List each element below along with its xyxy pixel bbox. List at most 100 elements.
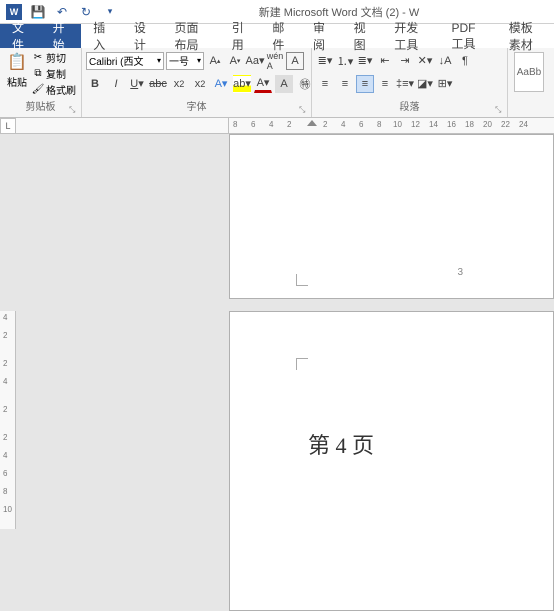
group-styles: AaBb [508, 48, 554, 117]
align-left-button[interactable]: ≡ [316, 75, 334, 93]
cut-label: 剪切 [46, 50, 66, 65]
font-launcher-icon[interactable]: ⤡ [299, 105, 309, 115]
ruler-vtick: 2 [3, 405, 7, 414]
borders-button[interactable]: ⊞▾ [436, 75, 454, 93]
underline-button[interactable]: U▾ [128, 75, 146, 93]
ruler-tick: 8 [377, 120, 381, 129]
document-area: L 8 6 4 2 2 4 6 8 10 12 14 16 18 20 22 2… [0, 118, 554, 529]
clipboard-group-label: 剪贴板 [4, 101, 77, 115]
tab-home[interactable]: 开始 [41, 24, 82, 48]
ruler-vertical[interactable]: 4 2 2 4 2 2 4 6 8 10 [0, 311, 16, 529]
ruler-tick: 14 [429, 120, 438, 129]
shrink-font-button[interactable]: A▾ [226, 52, 244, 70]
subscript-button[interactable]: x2 [170, 75, 188, 93]
ribbon: 📋 粘贴 ✂剪切 ⧉复制 🖌格式刷 剪贴板 ⤡ Calibri (西文 ▾ 一号 ▾… [0, 48, 554, 118]
style-preview[interactable]: AaBb [514, 52, 544, 92]
line-spacing-button[interactable]: ‡≡▾ [396, 75, 414, 93]
cut-button[interactable]: ✂剪切 [32, 50, 76, 65]
tab-layout[interactable]: 页面布局 [163, 24, 220, 48]
ribbon-tabs: 文件 开始 插入 设计 页面布局 引用 邮件 审阅 视图 开发工具 PDF工具 … [0, 24, 554, 48]
strike-button[interactable]: abc [149, 75, 167, 93]
font-color-button[interactable]: A▾ [254, 75, 272, 93]
char-shading-button[interactable]: A [275, 75, 293, 93]
tab-review[interactable]: 审阅 [301, 24, 342, 48]
tab-developer[interactable]: 开发工具 [382, 24, 439, 48]
paragraph-group-label: 段落 [316, 101, 503, 115]
page-number-prev: 3 [457, 267, 463, 278]
brush-icon: 🖌 [32, 84, 44, 96]
chevron-down-icon: ▾ [197, 56, 201, 65]
ruler-tick: 12 [411, 120, 420, 129]
page-current[interactable]: 第 4 页 [229, 311, 554, 611]
bullets-button[interactable]: ≣▾ [316, 52, 334, 70]
font-size-value: 一号 [169, 53, 189, 68]
italic-button[interactable]: I [107, 75, 125, 93]
ruler-h-scale: 8 6 4 2 2 4 6 8 10 12 14 16 18 20 22 24 [229, 118, 554, 133]
paste-icon: 📋 [7, 50, 27, 74]
shading-button[interactable]: ◪▾ [416, 75, 434, 93]
ruler-horizontal[interactable]: L 8 6 4 2 2 4 6 8 10 12 14 16 18 20 22 2… [0, 118, 554, 134]
indent-marker-icon[interactable] [307, 120, 317, 126]
tab-file[interactable]: 文件 [0, 24, 41, 48]
ruler-tick: 4 [269, 120, 273, 129]
copy-button[interactable]: ⧉复制 [32, 66, 76, 81]
asian-layout-button[interactable]: ✕▾ [416, 52, 434, 70]
ruler-tick: 18 [465, 120, 474, 129]
show-marks-button[interactable]: ¶ [456, 52, 474, 70]
ruler-vtick: 6 [3, 469, 7, 478]
ruler-vtick: 4 [3, 377, 7, 386]
ruler-tick: 20 [483, 120, 492, 129]
ruler-corner[interactable]: L [0, 118, 16, 134]
page-body-text[interactable]: 第 4 页 [308, 428, 374, 460]
ruler-vtick: 4 [3, 451, 7, 460]
tab-design[interactable]: 设计 [122, 24, 163, 48]
ruler-tick: 2 [323, 120, 327, 129]
grow-font-button[interactable]: A▴ [206, 52, 224, 70]
format-painter-label: 格式刷 [46, 82, 76, 97]
phonetic-guide-button[interactable]: wénA [266, 52, 284, 70]
group-paragraph: ≣▾ ⒈▾ ≣▾ ⇤ ⇥ ✕▾ ↓A ¶ ≡ ≡ ≡ ≡ ‡≡▾ ◪▾ ⊞▾ 段… [312, 48, 508, 117]
align-justify-button[interactable]: ≡ [356, 75, 374, 93]
change-case-button[interactable]: Aa▾ [246, 52, 264, 70]
copy-label: 复制 [46, 66, 66, 81]
tab-view[interactable]: 视图 [342, 24, 383, 48]
increase-indent-button[interactable]: ⇥ [396, 52, 414, 70]
ruler-vtick: 2 [3, 359, 7, 368]
save-icon[interactable]: 💾 [30, 4, 46, 20]
paste-button[interactable]: 📋 粘贴 [4, 50, 30, 89]
char-border-button[interactable]: A [286, 52, 304, 70]
align-distribute-button[interactable]: ≡ [376, 75, 394, 93]
decrease-indent-button[interactable]: ⇤ [376, 52, 394, 70]
font-group-label: 字体 [86, 101, 307, 115]
margin-corner-icon [296, 358, 308, 370]
ruler-tick: 16 [447, 120, 456, 129]
bold-button[interactable]: B [86, 75, 104, 93]
sort-button[interactable]: ↓A [436, 52, 454, 70]
tab-insert[interactable]: 插入 [81, 24, 122, 48]
superscript-button[interactable]: x2 [191, 75, 209, 93]
redo-icon[interactable]: ↻ [78, 4, 94, 20]
format-painter-button[interactable]: 🖌格式刷 [32, 82, 76, 97]
font-size-combo[interactable]: 一号 ▾ [166, 52, 204, 70]
text-effects-button[interactable]: A▾ [212, 75, 230, 93]
paragraph-launcher-icon[interactable]: ⤡ [495, 105, 505, 115]
numbering-button[interactable]: ⒈▾ [336, 52, 354, 70]
tab-pdf[interactable]: PDF工具 [440, 24, 497, 48]
tab-references[interactable]: 引用 [220, 24, 261, 48]
ruler-tick: 2 [287, 120, 291, 129]
align-center-button[interactable]: ≡ [336, 75, 354, 93]
page-previous[interactable]: 3 [229, 134, 554, 299]
ruler-tick: 6 [251, 120, 255, 129]
tab-mailings[interactable]: 邮件 [260, 24, 301, 48]
ruler-tick: 6 [359, 120, 363, 129]
multilevel-button[interactable]: ≣▾ [356, 52, 374, 70]
tab-templates[interactable]: 模板素材 [497, 24, 554, 48]
font-name-combo[interactable]: Calibri (西文 ▾ [86, 52, 164, 70]
chevron-down-icon: ▾ [157, 56, 161, 65]
undo-icon[interactable]: ↶ [54, 4, 70, 20]
font-name-value: Calibri (西文 [89, 53, 143, 68]
clipboard-launcher-icon[interactable]: ⤡ [69, 105, 79, 115]
ruler-vtick: 2 [3, 433, 7, 442]
highlight-button[interactable]: ab▾ [233, 75, 251, 93]
qat-more-icon[interactable]: ▾ [102, 4, 118, 20]
